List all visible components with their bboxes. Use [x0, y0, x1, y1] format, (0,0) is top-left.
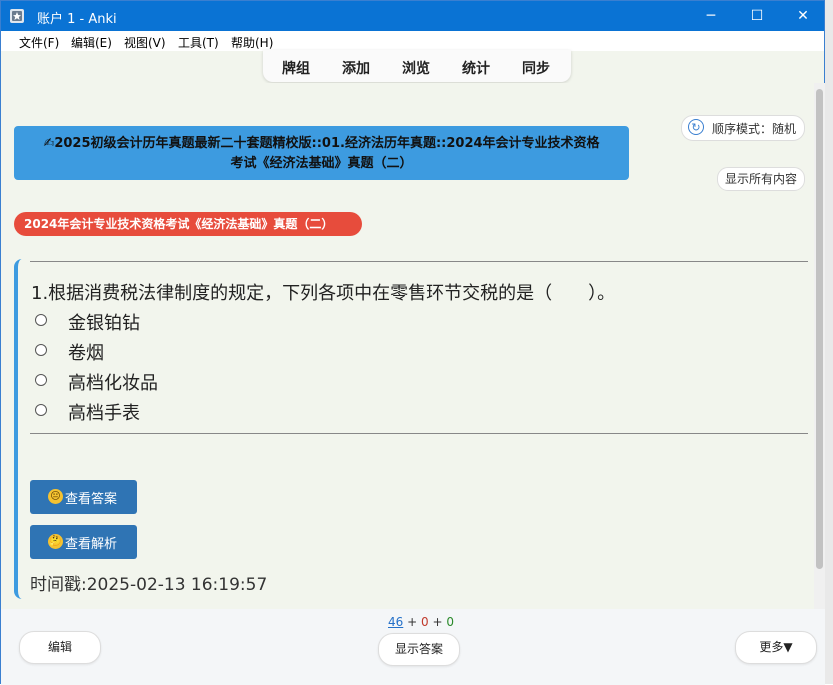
due-counts: 46 + 0 + 0 [388, 615, 454, 629]
thinking-face-icon: 🤔 [48, 534, 63, 549]
radio-button[interactable] [35, 404, 47, 416]
view-answer-label: 查看答案 [65, 492, 118, 507]
vertical-scrollbar[interactable] [814, 83, 825, 609]
refresh-icon: ↻ [688, 119, 704, 135]
menu-file[interactable]: 文件(F) [19, 34, 59, 51]
menu-view[interactable]: 视图(V) [124, 34, 166, 51]
learn-count: 0 [421, 615, 429, 629]
new-count[interactable]: 46 [388, 615, 403, 629]
toolbar-add[interactable]: 添加 [342, 58, 370, 78]
option-label: 卷烟 [68, 343, 104, 364]
radio-button[interactable] [35, 344, 47, 356]
scrollbar-thumb[interactable] [816, 89, 823, 569]
title-bar: 账户 1 - Anki ─ ☐ ✕ [1, 1, 824, 31]
subdeck-badge: 2024年会计专业技术资格考试《经济法基础》真题（二） [14, 212, 362, 236]
window-title: 账户 1 - Anki [37, 12, 117, 27]
deck-path-banner: ✍2025初级会计历年真题最新二十套题精校版::01.经济法历年真题::2024… [14, 126, 629, 180]
option-label: 高档手表 [68, 403, 140, 424]
toolbar-sync[interactable]: 同步 [522, 58, 550, 78]
show-all-button[interactable]: 显示所有内容 [717, 167, 805, 191]
menu-tools[interactable]: 工具(T) [178, 34, 219, 51]
review-count: 0 [446, 615, 454, 629]
more-button[interactable]: 更多▼ [735, 631, 817, 664]
divider-bottom [30, 433, 808, 434]
view-analysis-label: 查看解析 [65, 537, 118, 552]
option-label: 金银铂钻 [68, 313, 140, 334]
view-analysis-button[interactable]: 🤔 查看解析 [30, 525, 137, 559]
deck-path-line-1: ✍2025初级会计历年真题最新二十套题精校版::01.经济法历年真题::2024… [43, 136, 600, 151]
toolbar-browse[interactable]: 浏览 [402, 58, 430, 78]
order-mode-button[interactable]: ↻ 顺序模式：随机 [681, 115, 805, 141]
background-window-edge [824, 0, 833, 684]
radio-button[interactable] [35, 314, 47, 326]
option-label: 高档化妆品 [68, 373, 158, 394]
show-answer-button[interactable]: 显示答案 [378, 633, 460, 666]
card-content-area: ↻ 顺序模式：随机 ✍2025初级会计历年真题最新二十套题精校版::01.经济法… [1, 83, 813, 609]
menu-bar: 文件(F) 编辑(E) 视图(V) 工具(T) 帮助(H) [1, 31, 824, 51]
radio-button[interactable] [35, 374, 47, 386]
maximize-button[interactable]: ☐ [734, 1, 780, 31]
menu-help[interactable]: 帮助(H) [231, 34, 273, 51]
close-button[interactable]: ✕ [780, 1, 826, 31]
edit-button[interactable]: 编辑 [19, 631, 101, 664]
plus-sign: + [407, 615, 418, 629]
question-text: 1.根据消费税法律制度的规定，下列各项中在零售环节交税的是（ ）。 [31, 283, 616, 304]
deck-path-line-2: 考试《经济法基础》真题（二） [230, 156, 413, 171]
minimize-button[interactable]: ─ [688, 1, 734, 31]
timestamp-text: 时间戳:2025-02-13 16:19:57 [30, 575, 268, 595]
divider-top [30, 261, 808, 262]
order-mode-label: 顺序模式：随机 [712, 122, 797, 136]
view-answer-button[interactable]: 😐 查看答案 [30, 480, 137, 514]
top-toolbar: 牌组 添加 浏览 统计 同步 [263, 50, 571, 82]
plus-sign: + [432, 615, 443, 629]
menu-edit[interactable]: 编辑(E) [71, 34, 112, 51]
neutral-face-icon: 😐 [48, 489, 63, 504]
toolbar-decks[interactable]: 牌组 [282, 58, 310, 78]
bottom-bar: 46 + 0 + 0 编辑 显示答案 更多▼ [1, 609, 825, 685]
toolbar-stats[interactable]: 统计 [462, 58, 490, 78]
anki-app-icon [10, 9, 24, 23]
anki-window: 账户 1 - Anki ─ ☐ ✕ 文件(F) 编辑(E) 视图(V) 工具(T… [0, 0, 825, 685]
